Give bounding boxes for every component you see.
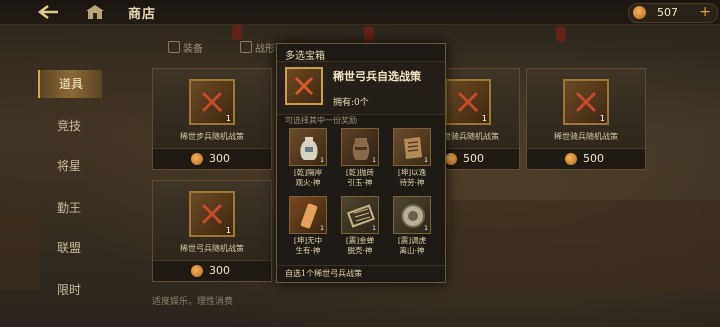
home-icon (86, 5, 104, 19)
nav-item-arena[interactable]: 竞技 (38, 112, 100, 140)
popup-footer: 自选1个稀世弓兵战策 (277, 265, 445, 282)
nav-item-items[interactable]: 道具 (38, 70, 102, 98)
reward-choice[interactable]: 1 [坤]以逸 待劳·神 (393, 128, 431, 190)
lantern-decoration (232, 24, 242, 40)
subtab-label: 装备 (183, 44, 203, 55)
shop-card[interactable]: 1 稀世步兵随机战策 300 (152, 68, 272, 170)
back-button[interactable] (36, 3, 62, 21)
scroll-icon: 1 (393, 128, 431, 166)
reward-choice[interactable]: 1 [震]金蝉 脱壳·神 (341, 196, 379, 258)
strategy-scroll-icon: 1 (563, 79, 609, 125)
choice-label: [坤]无中 生有·神 (293, 236, 323, 255)
jar-icon: 1 (341, 128, 379, 166)
item-count: 1 (424, 225, 428, 232)
page-title: 商店 (128, 7, 157, 22)
item-count: 1 (424, 157, 428, 164)
choice-label: [震]金蝉 脱壳·神 (345, 236, 375, 255)
top-bar: 商店 507 + (0, 0, 720, 25)
subtab-equipment[interactable]: 装备 (168, 40, 203, 55)
item-count: 1 (320, 225, 324, 232)
item-count: 1 (372, 157, 376, 164)
shop-card[interactable]: 1 稀世骑兵随机战策 500 (526, 68, 646, 170)
lantern-decoration (364, 26, 374, 42)
price-bar: 300 (153, 148, 271, 169)
price-bar: 500 (527, 148, 645, 169)
reward-choice[interactable]: 1 [乾]抛砖 引玉·神 (341, 128, 379, 190)
card-price: 500 (583, 152, 604, 165)
card-name: 稀世步兵随机战策 (180, 132, 244, 141)
coin-icon (565, 153, 577, 165)
shelf-decoration (0, 210, 40, 290)
currency-display: 507 + (628, 3, 718, 23)
choice-label: [乾]隔岸 观火·神 (293, 168, 323, 187)
add-currency-button[interactable]: + (699, 4, 711, 20)
seal-icon: 1 (289, 196, 327, 234)
price-bar: 300 (153, 260, 271, 281)
choice-hint: 可选择其中一份奖励 (285, 116, 357, 125)
back-arrow-icon (37, 5, 58, 19)
item-count: 1 (481, 114, 487, 123)
coin-icon (445, 153, 457, 165)
popup-title: 多选宝箱 (285, 51, 325, 62)
currency-amount: 507 (657, 6, 678, 19)
reward-choice[interactable]: 1 [坤]无中 生有·神 (289, 196, 327, 258)
item-count: 1 (320, 157, 324, 164)
item-count: 1 (599, 114, 605, 123)
item-count: 1 (225, 226, 231, 235)
strategy-scroll-icon: 1 (189, 79, 235, 125)
formation-icon (240, 41, 252, 53)
compass-icon: 1 (393, 196, 431, 234)
abacus-icon: 1 (341, 196, 379, 234)
strategy-scroll-icon: 1 (189, 191, 235, 237)
card-name: 稀世骑兵随机战策 (554, 132, 618, 141)
card-price: 300 (209, 152, 230, 165)
choice-label: [震]调虎 离山·神 (397, 236, 427, 255)
item-count: 1 (372, 225, 376, 232)
nav-item-limited[interactable]: 限时 (38, 276, 100, 304)
reward-choice[interactable]: 1 [乾]隔岸 观火·神 (289, 128, 327, 190)
card-price: 300 (209, 264, 230, 277)
strategy-scroll-icon (285, 67, 323, 105)
shelf-decoration (450, 200, 720, 290)
equipment-icon (168, 41, 180, 53)
card-name: 稀世弓兵随机战策 (180, 244, 244, 253)
nav-item-generals[interactable]: 将星 (38, 152, 100, 180)
subtab-formation[interactable]: 战形 (240, 40, 275, 55)
owned-count: 拥有:0个 (333, 98, 369, 108)
strategy-scroll-icon: 1 (445, 79, 491, 125)
subtab-label: 战形 (255, 44, 275, 55)
card-price: 500 (463, 152, 484, 165)
coin-icon (191, 153, 203, 165)
popup-item-name: 稀世弓兵自选战策 (333, 70, 421, 83)
vase-icon: 1 (289, 128, 327, 166)
nav-item-alliance[interactable]: 联盟 (38, 234, 100, 262)
nav-item-loyalty[interactable]: 勤王 (38, 194, 100, 222)
home-button[interactable] (84, 3, 106, 21)
moderation-notice: 适度娱乐，理性消费 (152, 297, 234, 307)
item-count: 1 (225, 114, 231, 123)
reward-choice[interactable]: 1 [震]调虎 离山·神 (393, 196, 431, 258)
shop-card[interactable]: 1 稀世弓兵随机战策 300 (152, 180, 272, 282)
popup-header: 稀世弓兵自选战策 拥有:0个 (277, 61, 445, 115)
choice-label: [乾]抛砖 引玉·神 (345, 168, 375, 187)
lantern-decoration (556, 26, 566, 42)
multi-choice-chest-popup: 多选宝箱 稀世弓兵自选战策 拥有:0个 可选择其中一份奖励 1 [乾]隔岸 观火·… (276, 43, 446, 283)
coin-icon (633, 6, 646, 19)
coin-icon (191, 265, 203, 277)
popup-footer-text: 自选1个稀世弓兵战策 (285, 269, 363, 278)
choice-label: [坤]以逸 待劳·神 (397, 168, 427, 187)
